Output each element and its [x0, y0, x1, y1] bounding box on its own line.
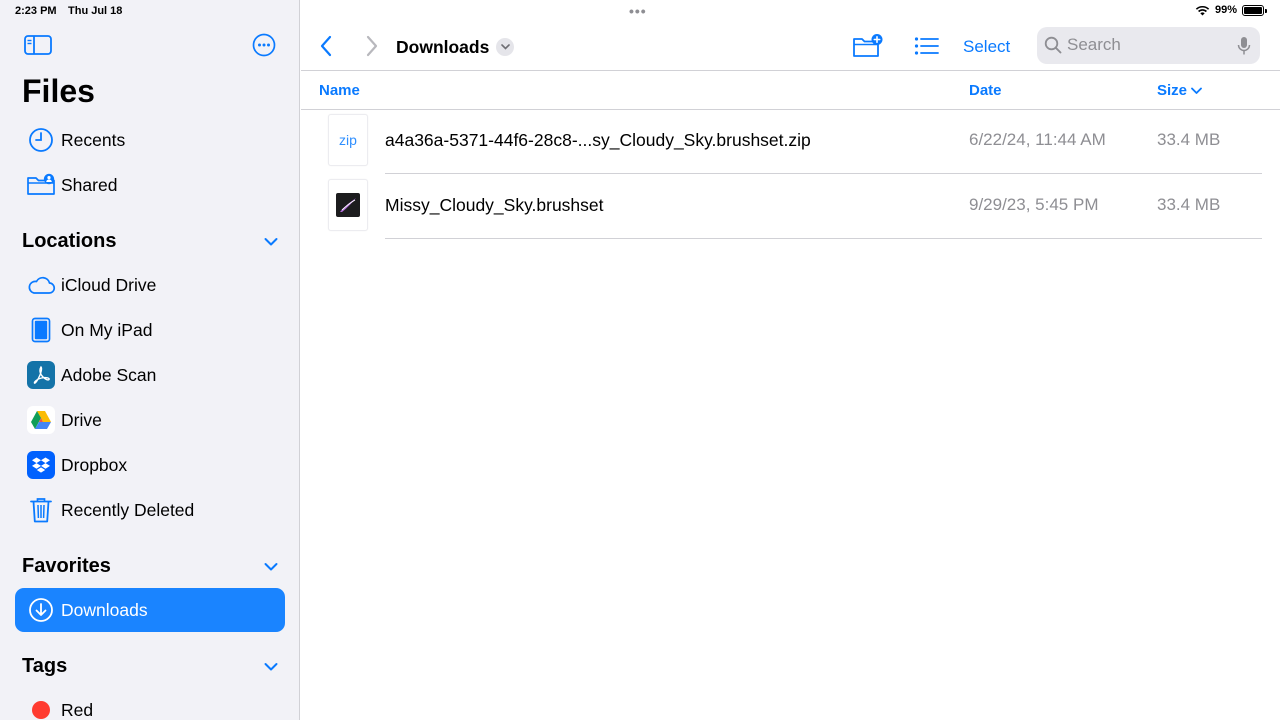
file-row[interactable]: Missy_Cloudy_Sky.brushset 9/29/23, 5:45 …	[301, 174, 1280, 239]
sidebar-item-tag-red[interactable]: Red	[15, 688, 285, 720]
sidebar-item-label: iCloud Drive	[61, 274, 157, 295]
sidebar-item-label: On My iPad	[61, 319, 153, 340]
sidebar-item-label: Downloads	[61, 599, 148, 620]
select-button[interactable]: Select	[963, 37, 1010, 57]
file-row[interactable]: zip a4a36a-5371-44f6-28c8-...sy_Cloudy_S…	[301, 109, 1280, 174]
new-folder-icon[interactable]	[852, 33, 884, 59]
battery-icon	[1242, 4, 1267, 16]
status-bar: 2:23 PM Thu Jul 18 ••• 99%	[0, 0, 1280, 22]
sidebar-item-shared[interactable]: Shared	[15, 163, 285, 207]
back-chevron-icon[interactable]	[319, 35, 333, 57]
list-view-icon[interactable]	[914, 36, 940, 56]
column-header-size-label: Size	[1157, 82, 1188, 99]
sidebar-item-label: Red	[61, 699, 94, 720]
sidebar-item-label: Recently Deleted	[61, 499, 195, 520]
sidebar-item-drive[interactable]: Drive	[15, 398, 285, 442]
row-divider	[385, 238, 1262, 239]
forward-chevron-icon[interactable]	[365, 35, 379, 57]
sidebar-item-recents[interactable]: Recents	[15, 118, 285, 162]
chevron-down-icon[interactable]	[264, 662, 278, 672]
sidebar-item-label: Adobe Scan	[61, 364, 157, 385]
sidebar-item-label: Dropbox	[61, 454, 128, 475]
sidebar-top-bar	[0, 30, 299, 62]
chevron-down-icon	[500, 44, 510, 50]
google-drive-icon	[27, 406, 55, 434]
file-name: a4a36a-5371-44f6-28c8-...sy_Cloudy_Sky.b…	[385, 130, 811, 150]
file-date: 6/22/24, 11:44 AM	[969, 130, 1106, 149]
status-right: 99%	[1195, 4, 1267, 16]
status-date: Thu Jul 18	[68, 5, 123, 17]
status-time: 2:23 PM	[15, 5, 57, 17]
search-icon	[1044, 36, 1062, 54]
more-options-icon[interactable]	[252, 33, 276, 57]
column-header-size[interactable]: Size	[1157, 82, 1202, 99]
chevron-down-icon[interactable]	[264, 562, 278, 572]
multitasking-dots-icon[interactable]: •••	[629, 3, 647, 19]
red-tag-dot-icon	[32, 701, 50, 719]
search-input[interactable]	[1067, 35, 1227, 55]
sidebar-item-dropbox[interactable]: Dropbox	[15, 443, 285, 487]
locations-section-header[interactable]: Locations	[22, 230, 284, 253]
file-size: 33.4 MB	[1157, 195, 1221, 214]
favorites-section-header[interactable]: Favorites	[22, 555, 284, 578]
tags-section-header[interactable]: Tags	[22, 655, 284, 678]
sidebar-item-adobe-scan[interactable]: Adobe Scan	[15, 353, 285, 397]
file-type-label: zip	[339, 132, 357, 148]
trash-icon	[30, 498, 52, 523]
column-header-name[interactable]: Name	[319, 82, 360, 99]
folder-menu-button[interactable]	[496, 38, 514, 56]
sidebar-item-on-my-ipad[interactable]: On My iPad	[15, 308, 285, 352]
current-folder-title[interactable]: Downloads	[396, 37, 489, 58]
brushset-file-icon	[328, 179, 368, 231]
file-name: Missy_Cloudy_Sky.brushset	[385, 195, 604, 215]
ipad-icon	[31, 317, 51, 343]
section-title: Favorites	[22, 555, 111, 577]
column-header-date[interactable]: Date	[969, 82, 1002, 99]
clock-icon	[29, 128, 53, 152]
search-bar[interactable]	[1037, 27, 1260, 64]
icloud-icon	[28, 276, 56, 294]
shared-folder-icon	[27, 173, 55, 195]
file-size: 33.4 MB	[1157, 130, 1221, 149]
section-title: Locations	[22, 230, 117, 252]
sidebar-item-downloads[interactable]: Downloads	[15, 588, 285, 632]
battery-percent: 99%	[1214, 4, 1237, 16]
wifi-icon	[1195, 5, 1210, 15]
sidebar-item-label: Shared	[61, 174, 118, 195]
zip-file-icon: zip	[328, 114, 368, 166]
sidebar-toggle-icon[interactable]	[24, 34, 52, 56]
sidebar-item-recently-deleted[interactable]: Recently Deleted	[15, 488, 285, 532]
section-title: Tags	[22, 655, 68, 677]
adobe-scan-icon	[27, 361, 55, 389]
microphone-icon[interactable]	[1237, 36, 1251, 56]
download-icon	[29, 598, 53, 622]
sidebar-item-icloud-drive[interactable]: iCloud Drive	[15, 263, 285, 307]
main-content: Downloads Select Search Name Date Size z…	[301, 0, 1280, 720]
file-date: 9/29/23, 5:45 PM	[969, 195, 1099, 214]
sidebar-item-label: Recents	[61, 129, 126, 150]
sidebar-title: Files	[22, 73, 95, 109]
procreate-brush-thumbnail-icon	[336, 193, 360, 217]
chevron-down-icon[interactable]	[264, 237, 278, 247]
sidebar-item-label: Drive	[61, 409, 102, 430]
column-header-row: Name Date Size	[301, 70, 1280, 110]
dropbox-icon	[27, 451, 55, 479]
sidebar: Files Recents Shared Locations iCloud Dr…	[0, 0, 300, 720]
sort-chevron-down-icon	[1191, 87, 1202, 94]
toolbar: Downloads Select	[301, 27, 1280, 64]
